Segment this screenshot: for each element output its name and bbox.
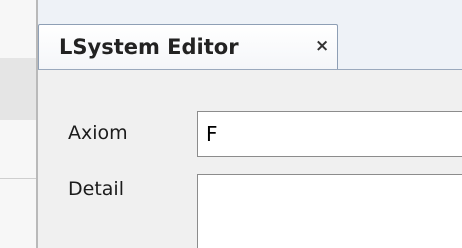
lsystem-editor-pane: LSystem Editor × Axiom Detail (38, 0, 462, 248)
adjacent-panel-header (0, 58, 36, 120)
detail-field[interactable] (197, 174, 462, 248)
tab-bar-border (38, 69, 462, 70)
axiom-field[interactable] (197, 111, 462, 157)
tab-lsystem-editor[interactable]: LSystem Editor × (38, 24, 338, 70)
adjacent-panel (0, 0, 36, 248)
detail-label: Detail (68, 178, 124, 200)
adjacent-panel-divider (0, 178, 36, 179)
tab-bar: LSystem Editor × (38, 0, 462, 70)
tab-title: LSystem Editor (59, 35, 239, 59)
app-window: LSystem Editor × Axiom Detail (0, 0, 462, 248)
close-icon[interactable]: × (315, 38, 329, 55)
axiom-label: Axiom (68, 122, 128, 144)
